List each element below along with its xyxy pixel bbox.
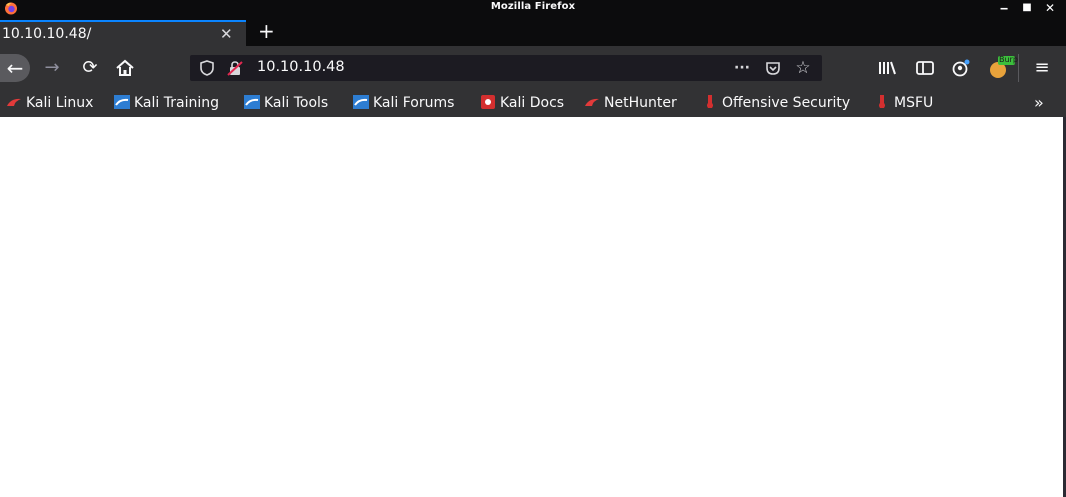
pocket-icon[interactable]: [764, 59, 782, 77]
reload-icon[interactable]: ⟳: [78, 56, 102, 80]
bookmark-label: MSFU: [894, 95, 934, 111]
bookmark-kali-tools[interactable]: Kali Tools: [244, 94, 328, 112]
bookmarks-toolbar: Kali Linux Kali Training Kali Tools Kali…: [0, 89, 1066, 117]
back-arrow-icon[interactable]: ←: [0, 54, 30, 82]
tracking-protection-shield-icon[interactable]: [198, 59, 216, 77]
tab-strip: 10.10.10.48/ ✕ +: [0, 16, 1066, 46]
window-titlebar: Mozilla Firefox ‒ ■ ✕: [0, 0, 1066, 16]
address-bar[interactable]: 10.10.10.48 ··· ☆: [190, 55, 822, 81]
bookmark-label: Kali Forums: [373, 95, 455, 111]
kali-training-icon: [114, 95, 130, 109]
sidebar-icon[interactable]: [914, 58, 936, 78]
bookmark-star-icon[interactable]: ☆: [794, 59, 812, 77]
forward-arrow-icon[interactable]: →: [40, 56, 64, 80]
offsec-icon: [707, 95, 713, 108]
nethunter-icon: [585, 98, 599, 106]
close-tab-icon[interactable]: ✕: [220, 25, 233, 43]
bookmark-msfu[interactable]: MSFU: [874, 94, 933, 112]
bookmark-label: Kali Training: [134, 95, 219, 111]
kali-dragon-icon: [7, 98, 21, 106]
bookmark-kali-linux[interactable]: Kali Linux: [6, 94, 93, 112]
bookmarks-overflow-chevron-icon[interactable]: »: [1034, 93, 1044, 112]
bookmark-offensive-security[interactable]: Offensive Security: [702, 94, 850, 112]
bookmark-label: Kali Docs: [500, 95, 565, 111]
kali-tools-icon: [244, 95, 260, 109]
msfu-icon: [879, 95, 885, 108]
kali-docs-icon: [481, 95, 495, 109]
bookmark-label: Offensive Security: [722, 95, 851, 111]
bookmark-kali-docs[interactable]: Kali Docs: [480, 94, 564, 112]
foxyproxy-burp-icon[interactable]: Burp: [985, 54, 1018, 82]
library-icon[interactable]: [876, 58, 898, 78]
maximize-icon[interactable]: ■: [1019, 1, 1035, 15]
close-window-icon[interactable]: ✕: [1042, 1, 1058, 15]
bookmark-kali-training[interactable]: Kali Training: [114, 94, 219, 112]
bookmark-label: NetHunter: [604, 95, 677, 111]
kali-forums-icon: [353, 95, 369, 109]
toolbar-divider: [1018, 54, 1019, 82]
hamburger-menu-icon[interactable]: ≡: [1030, 56, 1054, 80]
page-actions-icon[interactable]: ···: [730, 59, 754, 77]
insecure-connection-lock-icon[interactable]: [226, 59, 244, 77]
page-content[interactable]: [0, 117, 1066, 497]
minimize-icon[interactable]: ‒: [996, 1, 1012, 15]
nav-toolbar: ← → ⟳ 10.10.10.48 ··· ☆ Burp ≡: [0, 46, 1066, 89]
home-icon[interactable]: [114, 58, 136, 78]
bookmark-nethunter[interactable]: NetHunter: [584, 94, 677, 112]
window-title: Mozilla Firefox: [490, 1, 576, 12]
bookmark-label: Kali Linux: [26, 95, 94, 111]
new-tab-icon[interactable]: +: [258, 20, 275, 42]
bookmark-label: Kali Tools: [264, 95, 329, 111]
bookmark-kali-forums[interactable]: Kali Forums: [353, 94, 454, 112]
url-text: 10.10.10.48: [257, 59, 345, 75]
burp-badge: Burp: [999, 55, 1018, 64]
tab-title: 10.10.10.48/: [2, 26, 92, 42]
account-icon[interactable]: [950, 58, 972, 78]
tab-active[interactable]: 10.10.10.48/ ✕: [0, 20, 246, 46]
